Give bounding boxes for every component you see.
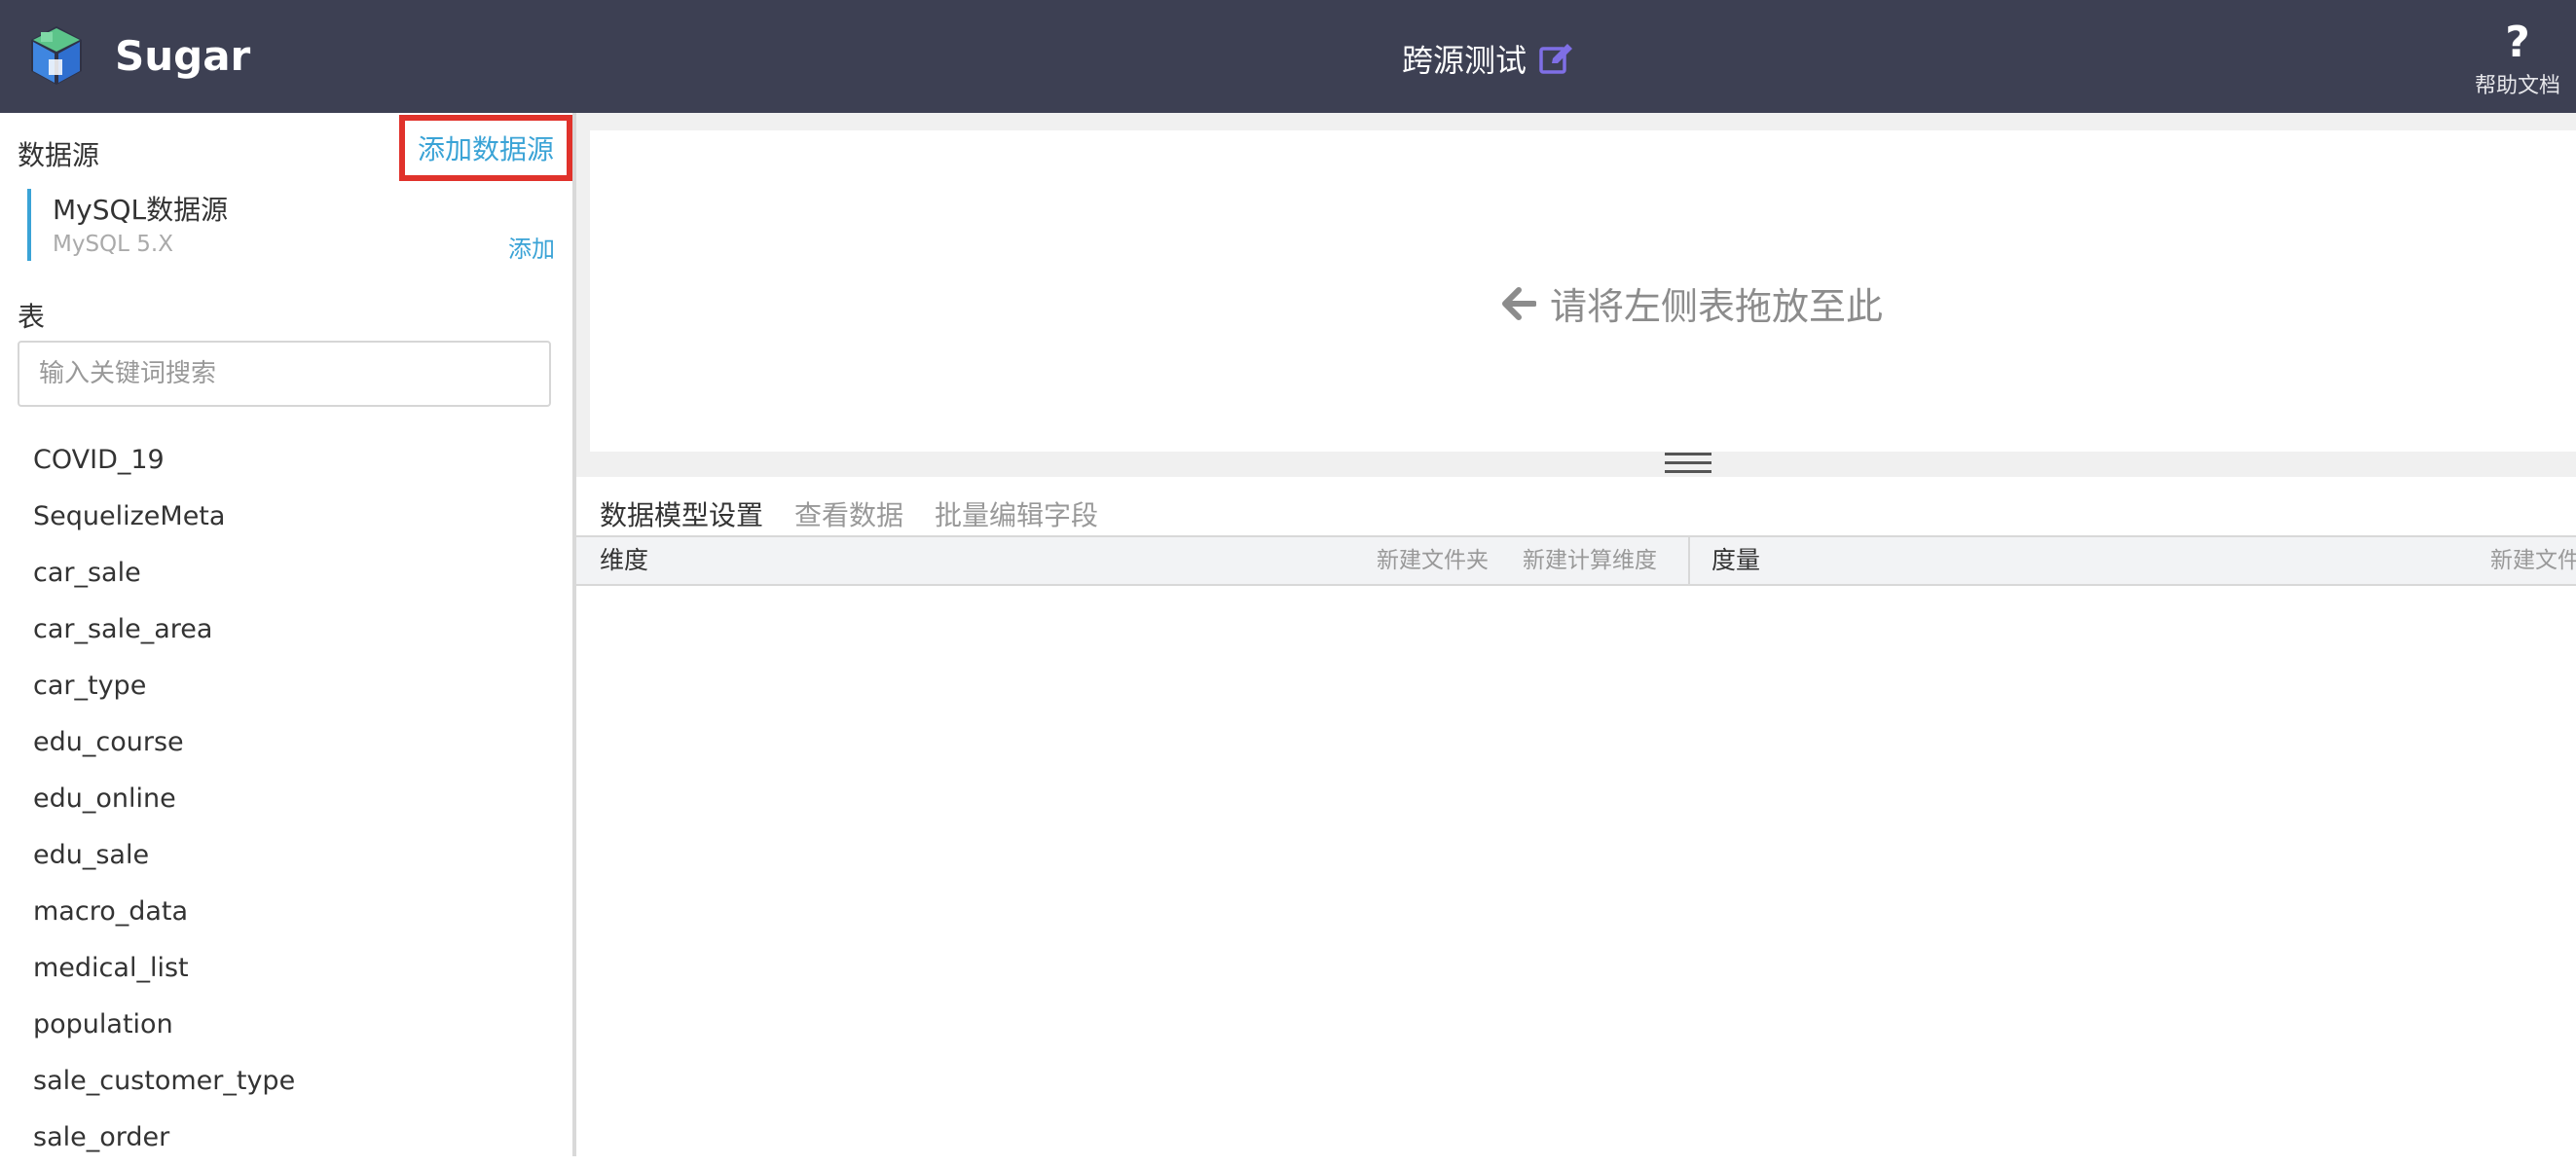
resize-handle[interactable] xyxy=(1665,453,1711,474)
new-calc-dimension-button[interactable]: 新建计算维度 xyxy=(1523,537,1657,584)
project-title: 跨源测试 xyxy=(1402,42,1527,79)
table-item[interactable]: medical_list xyxy=(0,940,569,997)
help-docs-label: 帮助文档 xyxy=(2474,74,2560,98)
table-item[interactable]: edu_online xyxy=(0,771,569,827)
datasource-item[interactable]: MySQL数据源 MySQL 5.X 添加 xyxy=(27,189,555,264)
table-item[interactable]: SequelizeMeta xyxy=(0,489,569,545)
table-item[interactable]: car_sale xyxy=(0,545,569,601)
table-item[interactable]: macro_data xyxy=(0,884,569,940)
table-item[interactable]: edu_course xyxy=(0,714,569,771)
sidebar: 数据源 添加数据源 MySQL数据源 MySQL 5.X 添加 表 COVID_… xyxy=(0,113,576,1156)
table-item[interactable]: COVID_19 xyxy=(0,432,569,489)
field-bar-divider xyxy=(1688,537,1690,584)
new-folder-button[interactable]: 新建文件夹 xyxy=(1377,537,1489,584)
project-title-group: 跨源测试 xyxy=(1402,35,1575,82)
drop-hint-text: 请将左侧表拖放至此 xyxy=(1550,285,1884,328)
drop-hint: 请将左侧表拖放至此 xyxy=(1501,276,1883,330)
question-icon: ? xyxy=(2505,18,2530,67)
table-list: COVID_19 SequelizeMeta car_sale car_sale… xyxy=(0,432,569,1166)
sugar-logo-icon xyxy=(31,26,82,85)
measure-label: 度量 xyxy=(1711,546,1761,574)
dimension-label: 维度 xyxy=(600,546,649,574)
datasource-section-title: 数据源 xyxy=(18,139,100,171)
table-item[interactable]: sale_customer_type xyxy=(0,1053,569,1110)
table-item[interactable]: population xyxy=(0,997,569,1053)
brand-name: Sugar xyxy=(115,32,251,80)
help-docs-button[interactable]: ? 帮助文档 xyxy=(2469,21,2566,99)
model-canvas: 请将左侧表拖放至此 xyxy=(576,113,2576,477)
main-panel: 请将左侧表拖放至此 数据模型设置 查看数据 批量编辑字段 维度 新建文件夹 新建… xyxy=(576,113,2576,1156)
table-item[interactable]: sale_order xyxy=(0,1110,569,1166)
edit-icon[interactable] xyxy=(1538,40,1575,77)
add-datasource-button[interactable]: 添加数据源 xyxy=(399,115,572,181)
arrow-left-icon xyxy=(1502,286,1536,320)
datasource-add-link[interactable]: 添加 xyxy=(508,230,555,264)
datasource-version: MySQL 5.X xyxy=(53,232,173,257)
measure-new-folder-button[interactable]: 新建文件 xyxy=(2490,537,2576,584)
table-drop-zone[interactable]: 请将左侧表拖放至此 xyxy=(590,130,2576,452)
table-section-title: 表 xyxy=(18,301,46,333)
datasource-name: MySQL数据源 xyxy=(53,194,229,226)
table-item[interactable]: edu_sale xyxy=(0,827,569,884)
field-header-bar: 维度 新建文件夹 新建计算维度 度量 新建文件 xyxy=(576,535,2576,586)
table-search-input[interactable] xyxy=(18,341,551,407)
table-item[interactable]: car_sale_area xyxy=(0,601,569,658)
table-item[interactable]: car_type xyxy=(0,658,569,714)
top-header: Sugar 跨源测试 ? 帮助文档 xyxy=(0,0,2576,113)
